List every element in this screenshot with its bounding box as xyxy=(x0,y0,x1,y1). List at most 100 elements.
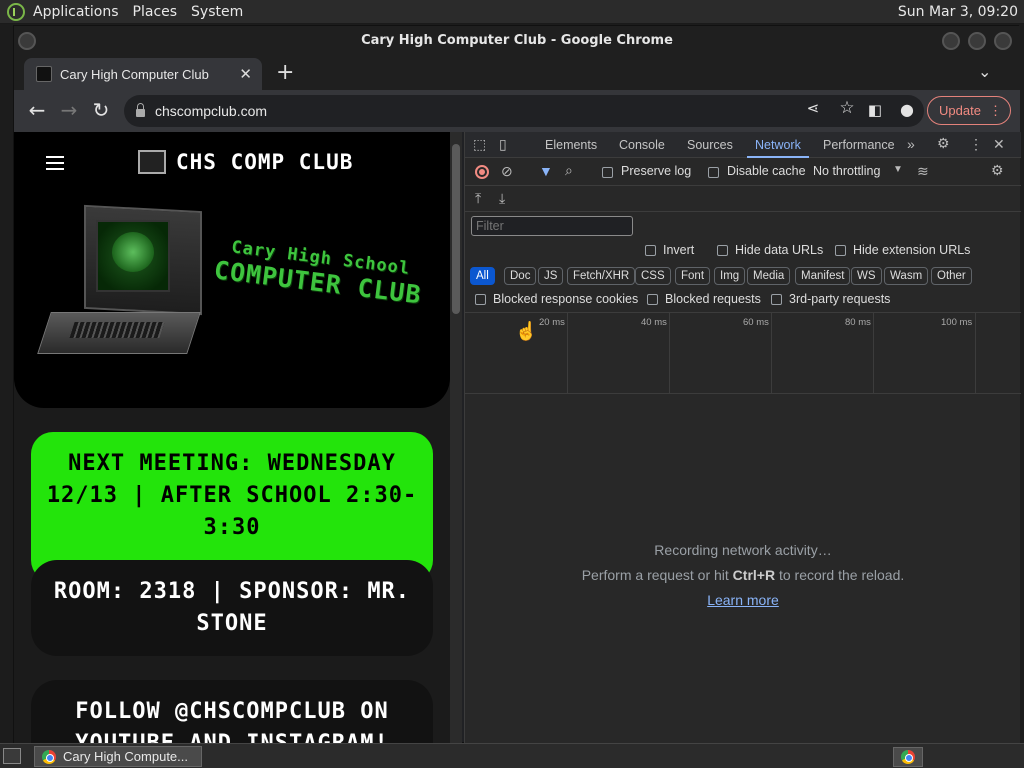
tab-sources[interactable]: Sources xyxy=(687,138,733,152)
reload-hint-post: to record the reload. xyxy=(775,567,905,583)
third-party-requests-checkbox[interactable] xyxy=(771,294,782,305)
address-bar[interactable]: chscompclub.com ⋖ ☆ xyxy=(124,95,924,127)
network-timeline-overview[interactable]: 20 ms 40 ms 60 ms 80 ms 100 ms ☝ xyxy=(465,312,1021,394)
recording-text: Recording network activity… xyxy=(654,542,832,558)
close-devtools-icon[interactable]: ✕ xyxy=(993,136,1005,153)
update-button[interactable]: Update ⋮ xyxy=(927,96,1011,125)
devtools-tabbar: ⬚ ▯ Elements Console Sources Network Per… xyxy=(465,132,1021,158)
blocked-requests-label: Blocked requests xyxy=(665,292,761,306)
url-text: chscompclub.com xyxy=(155,103,268,119)
filter-chip-font[interactable]: Font xyxy=(675,267,711,285)
filter-chip-fetch-xhr[interactable]: Fetch/XHR xyxy=(567,267,636,285)
clear-icon[interactable]: ⊘ xyxy=(501,163,513,180)
tab-elements[interactable]: Elements xyxy=(545,138,597,152)
filter-chip-manifest[interactable]: Manifest xyxy=(795,267,851,285)
network-conditions-icon[interactable]: ≋ xyxy=(917,163,929,180)
filter-chip-js[interactable]: JS xyxy=(538,267,564,285)
browser-window: Cary High Computer Club - Google Chrome … xyxy=(13,25,1021,744)
hide-extension-urls-checkbox[interactable] xyxy=(835,245,846,256)
taskbar-window-button[interactable]: Cary High Compute... xyxy=(34,746,202,767)
tab-network[interactable]: Network xyxy=(755,138,801,152)
page-scrollbar[interactable] xyxy=(450,132,462,744)
disable-cache-checkbox[interactable] xyxy=(708,167,719,178)
follow-text: FOLLOW @CHSCOMPCLUB ON YOUTUBE AND INSTA… xyxy=(75,699,389,744)
chrome-menu-icon[interactable]: ⋮ xyxy=(989,97,1002,124)
filter-chip-img[interactable]: Img xyxy=(714,267,746,285)
maximize-button[interactable] xyxy=(968,32,986,50)
hamburger-menu-icon[interactable] xyxy=(46,156,64,174)
filter-input[interactable] xyxy=(471,216,633,236)
update-label: Update xyxy=(939,103,981,118)
devtools-panel: ⬚ ▯ Elements Console Sources Network Per… xyxy=(464,132,1021,744)
minimize-button[interactable] xyxy=(942,32,960,50)
devtools-menu-icon[interactable]: ⋮ xyxy=(969,136,983,153)
forward-arrow-icon[interactable]: → xyxy=(56,98,82,122)
reload-hint-key: Ctrl+R xyxy=(732,567,776,583)
filter-chip-ws[interactable]: WS xyxy=(851,267,882,285)
throttling-dropdown-icon[interactable]: ▼ xyxy=(893,164,903,175)
clock[interactable]: Sun Mar 3, 09:20 xyxy=(898,4,1018,20)
menu-places[interactable]: Places xyxy=(133,4,178,20)
profile-avatar-icon[interactable]: ● xyxy=(894,100,920,119)
timeline-tick-label: 80 ms xyxy=(845,317,871,328)
show-desktop-icon[interactable] xyxy=(3,748,21,764)
import-har-icon[interactable]: ⤒ xyxy=(475,190,481,207)
back-arrow-icon[interactable]: ← xyxy=(24,98,50,122)
tab-console[interactable]: Console xyxy=(619,138,665,152)
filter-funnel-icon[interactable]: ▼ xyxy=(539,163,553,179)
filter-chip-doc[interactable]: Doc xyxy=(504,267,537,285)
hide-data-urls-label: Hide data URLs xyxy=(735,243,824,257)
hand-cursor-icon: ☝ xyxy=(515,321,538,341)
timeline-gridline xyxy=(669,313,670,393)
hide-data-urls-checkbox[interactable] xyxy=(717,245,728,256)
chrome-logo-icon xyxy=(42,750,56,764)
timeline-tick-label: 40 ms xyxy=(641,317,667,328)
tab-close-icon[interactable]: ✕ xyxy=(239,65,252,83)
device-toolbar-icon[interactable]: ▯ xyxy=(499,136,507,153)
tray-chrome-button[interactable] xyxy=(893,747,923,767)
record-stop-icon[interactable] xyxy=(475,165,489,179)
export-har-icon[interactable]: ⤓ xyxy=(499,190,505,207)
timeline-tick-label: 20 ms xyxy=(539,317,565,328)
learn-more-link[interactable]: Learn more xyxy=(707,592,779,608)
throttling-select[interactable]: No throttling xyxy=(813,164,880,178)
menu-applications[interactable]: Applications xyxy=(33,4,119,20)
timeline-tick-label: 60 ms xyxy=(743,317,769,328)
menu-system[interactable]: System xyxy=(191,4,243,20)
invert-checkbox[interactable] xyxy=(645,245,656,256)
reload-icon[interactable]: ↻ xyxy=(88,98,114,122)
settings-gear-icon[interactable]: ⚙ xyxy=(937,135,950,152)
page-scrollbar-thumb[interactable] xyxy=(452,144,460,314)
share-icon[interactable]: ⋖ xyxy=(800,99,826,117)
blocked-requests-checkbox[interactable] xyxy=(647,294,658,305)
hide-extension-urls-label: Hide extension URLs xyxy=(853,243,971,257)
tab-search-chevron-icon[interactable]: ⌄ xyxy=(978,62,991,81)
lock-icon[interactable] xyxy=(136,103,145,117)
web-page: CHS COMP CLUB Cary High School COMPUTER … xyxy=(14,132,450,744)
timeline-tick-label: 100 ms xyxy=(941,317,973,328)
filter-chip-other[interactable]: Other xyxy=(931,267,972,285)
bookmark-star-icon[interactable]: ☆ xyxy=(834,98,860,118)
window-menu-button[interactable] xyxy=(18,32,36,50)
tab-performance[interactable]: Performance xyxy=(823,138,895,152)
filter-chip-css[interactable]: CSS xyxy=(635,267,671,285)
screen-character-image xyxy=(112,232,154,272)
search-icon[interactable]: ⌕ xyxy=(565,162,573,179)
blocked-response-cookies-checkbox[interactable] xyxy=(475,294,486,305)
inspect-element-icon[interactable]: ⬚ xyxy=(473,136,486,153)
distro-logo-icon[interactable] xyxy=(7,2,25,21)
more-tabs-icon[interactable]: » xyxy=(907,136,915,152)
side-panel-icon[interactable]: ◧ xyxy=(862,101,888,119)
room-text: ROOM: 2318 | SPONSOR: MR. STONE xyxy=(53,579,411,636)
filter-chip-all[interactable]: All xyxy=(470,267,495,285)
blocked-response-cookies-label: Blocked response cookies xyxy=(493,292,639,306)
close-window-button[interactable] xyxy=(994,32,1012,50)
window-titlebar[interactable]: Cary High Computer Club - Google Chrome xyxy=(14,26,1020,56)
tab-active[interactable]: Cary High Computer Club ✕ xyxy=(24,58,262,90)
site-title[interactable]: CHS COMP CLUB xyxy=(176,150,353,174)
preserve-log-checkbox[interactable] xyxy=(602,167,613,178)
filter-chip-wasm[interactable]: Wasm xyxy=(884,267,929,285)
new-tab-button[interactable]: + xyxy=(276,60,294,85)
network-settings-gear-icon[interactable]: ⚙ xyxy=(991,162,1004,179)
filter-chip-media[interactable]: Media xyxy=(747,267,791,285)
